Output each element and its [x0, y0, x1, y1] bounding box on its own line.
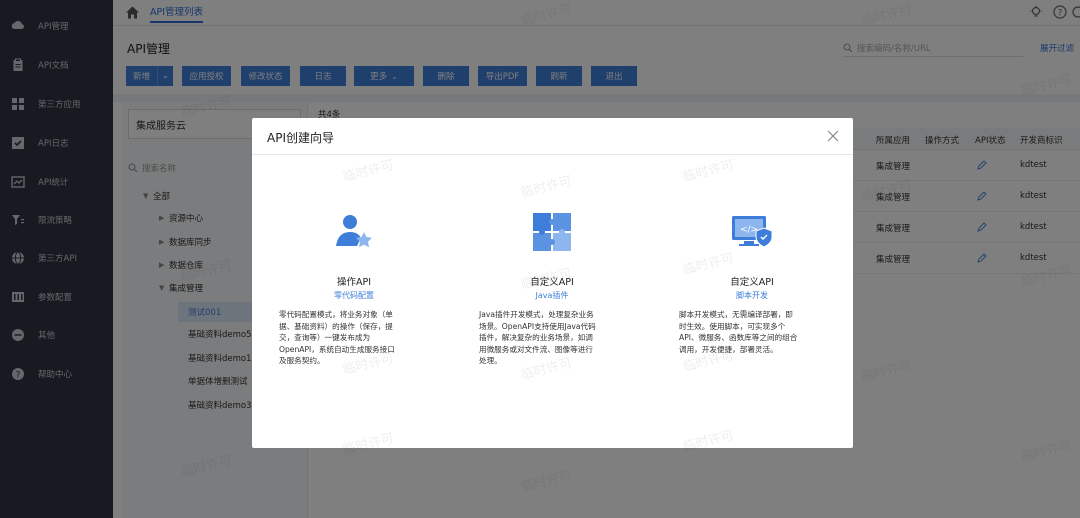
- desc-line: 零代码配置模式，将业务对象（单: [279, 310, 393, 319]
- desc-line: 及服务契约。: [279, 356, 325, 365]
- puzzle-icon: [533, 213, 571, 251]
- dialog-header: API创建向导: [252, 118, 853, 155]
- card-description: 脚本开发模式，无需编译部署，即 时生效。使用脚本，可实现多个 API、微服务、函…: [679, 309, 829, 355]
- desc-line: 插件，解决复杂的业务场景，如调: [479, 333, 593, 342]
- card-title: 自定义API: [530, 277, 574, 288]
- card-title: 自定义API: [730, 277, 774, 288]
- desc-line: 据、基础资料）的操作（保存，提: [279, 321, 393, 331]
- code-shield-icon: </>: [732, 216, 773, 248]
- watermark: 临时许可: [341, 157, 396, 186]
- watermark: 临时许可: [519, 173, 574, 202]
- dialog-title: API创建向导: [267, 131, 334, 145]
- card-subtitle: 零代码配置: [334, 291, 374, 300]
- card-subtitle: Java插件: [535, 291, 569, 300]
- card-title: 操作API: [336, 277, 372, 288]
- desc-line: 场景。OpenAPI支持使用Java代码: [479, 321, 596, 331]
- api-creation-wizard-dialog: API创建向导 操作API 零代码配置 零代码配置模式，将业务对象（单 据、基础…: [252, 118, 853, 458]
- desc-line: OpenAPI，系统自动生成服务接口: [279, 344, 395, 354]
- card-description: Java插件开发模式，处理复杂业务 场景。OpenAPI支持使用Java代码 插…: [479, 309, 629, 367]
- user-star-icon: [336, 215, 372, 248]
- desc-line: 脚本开发模式，无需编译部署，即: [679, 310, 793, 319]
- close-icon[interactable]: [827, 130, 839, 142]
- desc-line: 调用，开发便捷，部署灵活。: [679, 344, 778, 354]
- watermark: 临时许可: [681, 157, 736, 186]
- desc-line: 处理。: [479, 356, 502, 365]
- desc-line: Java插件开发模式，处理复杂业务: [479, 310, 594, 319]
- card-subtitle: 脚本开发: [736, 291, 768, 300]
- desc-line: 用微服务或对文件流、图像等进行: [479, 344, 593, 354]
- desc-line: 交，查询等）一键发布成为: [279, 333, 371, 342]
- desc-line: API、微服务、函数库等之间的组合: [679, 333, 798, 342]
- desc-line: 时生效。使用脚本，可实现多个: [679, 321, 786, 331]
- svg-text:</>: </>: [740, 225, 758, 235]
- card-description: 零代码配置模式，将业务对象（单 据、基础资料）的操作（保存，提 交，查询等）一键…: [279, 309, 429, 367]
